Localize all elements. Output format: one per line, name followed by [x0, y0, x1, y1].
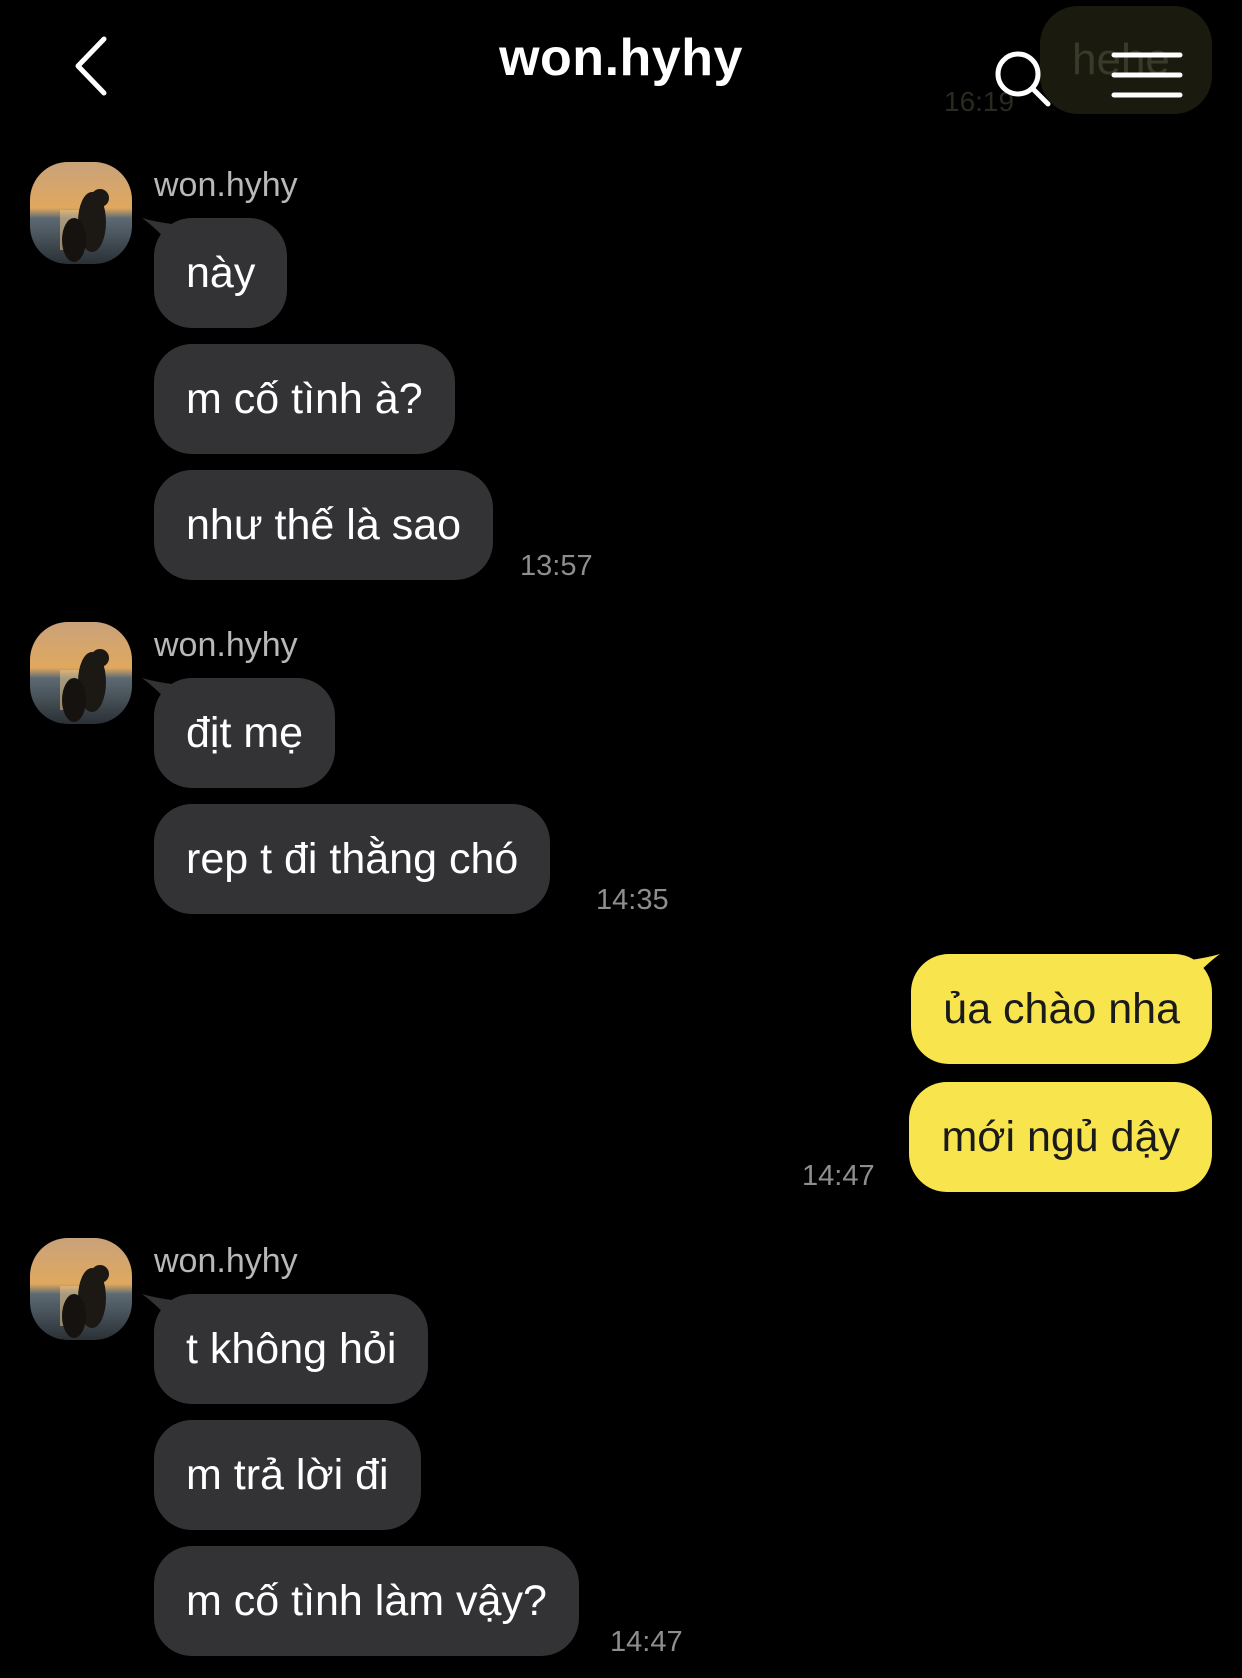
avatar-photo [30, 622, 132, 724]
message-timestamp: 14:47 [802, 1160, 875, 1192]
incoming-message-bubble[interactable]: m cố tình làm vậy? [154, 1546, 579, 1656]
message-timestamp: 13:57 [520, 550, 593, 582]
incoming-message-bubble[interactable]: này [154, 218, 288, 328]
message-timestamp: 14:35 [596, 884, 669, 916]
incoming-message-bubble[interactable]: m cố tình à? [154, 344, 455, 454]
message-timestamp: 14:47 [610, 1626, 683, 1658]
incoming-message-bubble[interactable]: như thế là sao [154, 470, 494, 580]
sender-avatar[interactable] [30, 162, 132, 264]
menu-button[interactable] [1110, 50, 1184, 100]
search-button[interactable] [990, 46, 1060, 116]
hamburger-menu-icon [1111, 52, 1183, 98]
chat-header: hehe 16:19 won.hyhy [0, 0, 1242, 140]
sender-name: won.hyhy [154, 626, 298, 664]
incoming-message-bubble[interactable]: m trả lời đi [154, 1420, 421, 1530]
outgoing-message-bubble[interactable]: mới ngủ dậy [909, 1082, 1212, 1192]
avatar-photo [30, 162, 132, 264]
sender-name: won.hyhy [154, 1242, 298, 1280]
sender-name: won.hyhy [154, 166, 298, 204]
incoming-message-bubble[interactable]: địt mẹ [154, 678, 336, 788]
sender-avatar[interactable] [30, 622, 132, 724]
outgoing-message-bubble[interactable]: ủa chào nha [911, 954, 1212, 1064]
avatar-photo [30, 1238, 132, 1340]
incoming-message-bubble[interactable]: t không hỏi [154, 1294, 429, 1404]
sender-avatar[interactable] [30, 1238, 132, 1340]
search-icon [995, 51, 1051, 107]
incoming-message-bubble[interactable]: rep t đi thằng chó [154, 804, 551, 914]
